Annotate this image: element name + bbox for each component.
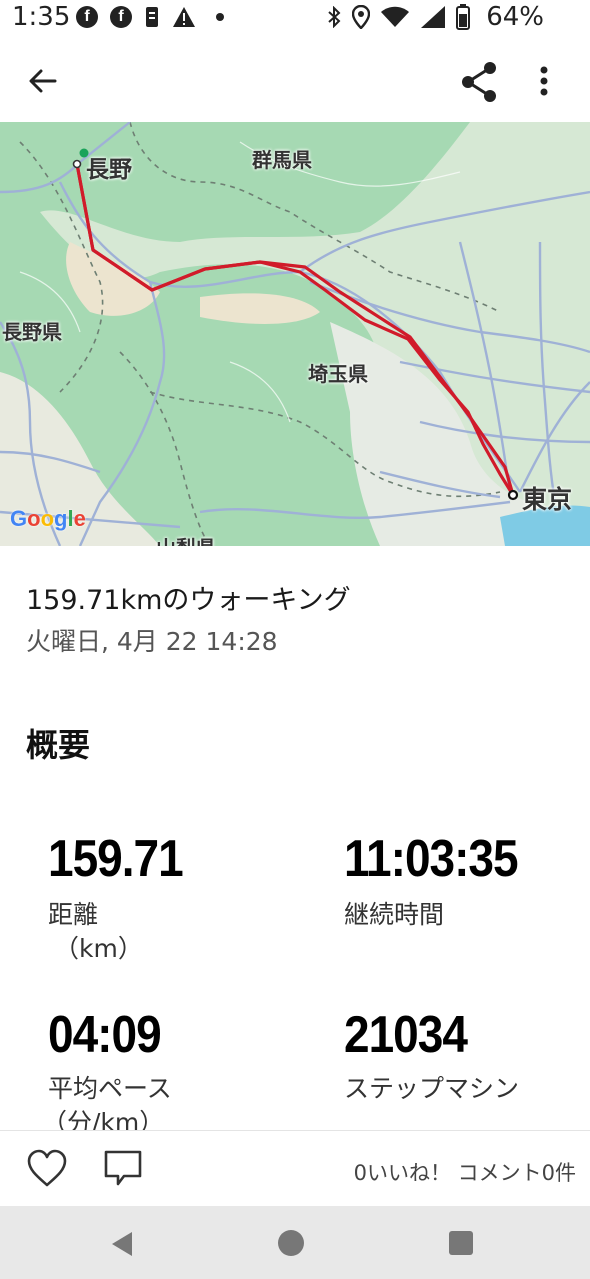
share-button[interactable] [458,60,502,104]
steps-label: ステップマシン [344,1074,520,1103]
bluetooth-icon [328,6,341,28]
activity-date: 火曜日, 4月 22 14:28 [26,627,278,656]
route-map[interactable]: 長野 群馬県 長野県 埼玉県 東京 山梨県 Google [0,122,590,546]
distance-unit: （km） [54,934,143,963]
nav-back-icon[interactable] [108,1230,136,1258]
nav-recents-icon[interactable] [449,1231,473,1255]
heart-icon [27,1149,67,1187]
comment-icon [104,1150,142,1186]
arrow-back-icon [29,69,57,93]
distance-label: 距離 （km） [48,898,143,966]
warning-icon [173,7,195,27]
share-icon [462,62,496,102]
comment-button[interactable] [102,1149,144,1189]
more-vertical-icon [540,66,548,96]
like-button[interactable] [26,1149,68,1189]
wifi-icon [381,6,409,27]
duration-value: 11:03:35 [344,829,519,888]
battery-percent: 64% [486,2,544,32]
map-label-tokyo: 東京 [522,485,573,514]
system-icons [326,4,470,30]
signal-icon [421,6,445,28]
action-bar: 0いいね！ コメント0件 [0,1130,590,1207]
distance-label-text: 距離 [48,900,99,929]
map-label-nagano-city: 長野 [86,157,132,183]
sim-icon [146,7,158,27]
status-time: 1:35 [12,2,71,32]
app-bar [0,40,590,122]
facebook-icon: f [110,6,132,28]
pace-value: 04:09 [48,1005,162,1064]
duration-label: 継続時間 [344,900,445,929]
more-options-button[interactable] [528,62,560,102]
activity-title: 159.71kmのウォーキング [26,585,351,616]
map-label-nagano-pref: 長野県 [2,320,62,344]
like-comment-counts[interactable]: 0いいね！ コメント0件 [354,1157,576,1187]
map-canvas [0,122,590,546]
dot-icon [216,13,224,21]
system-nav-bar [0,1206,590,1279]
location-icon [352,5,370,29]
battery-icon [456,4,470,30]
map-label-saitama: 埼玉県 [308,362,368,386]
google-logo: Google [10,506,86,531]
nav-home-icon[interactable] [278,1230,304,1256]
notification-icons: f f [76,6,224,28]
back-button[interactable] [22,60,64,102]
steps-value: 21034 [344,1005,468,1064]
map-label-yamanashi: 山梨県 [156,532,216,546]
pace-label-text: 平均ペース [48,1074,172,1103]
status-bar: 1:35 f f 64% [0,0,590,40]
summary-heading: 概要 [26,726,91,764]
facebook-icon: f [76,6,98,28]
map-label-gunma: 群馬県 [252,148,312,172]
distance-value: 159.71 [48,829,184,888]
